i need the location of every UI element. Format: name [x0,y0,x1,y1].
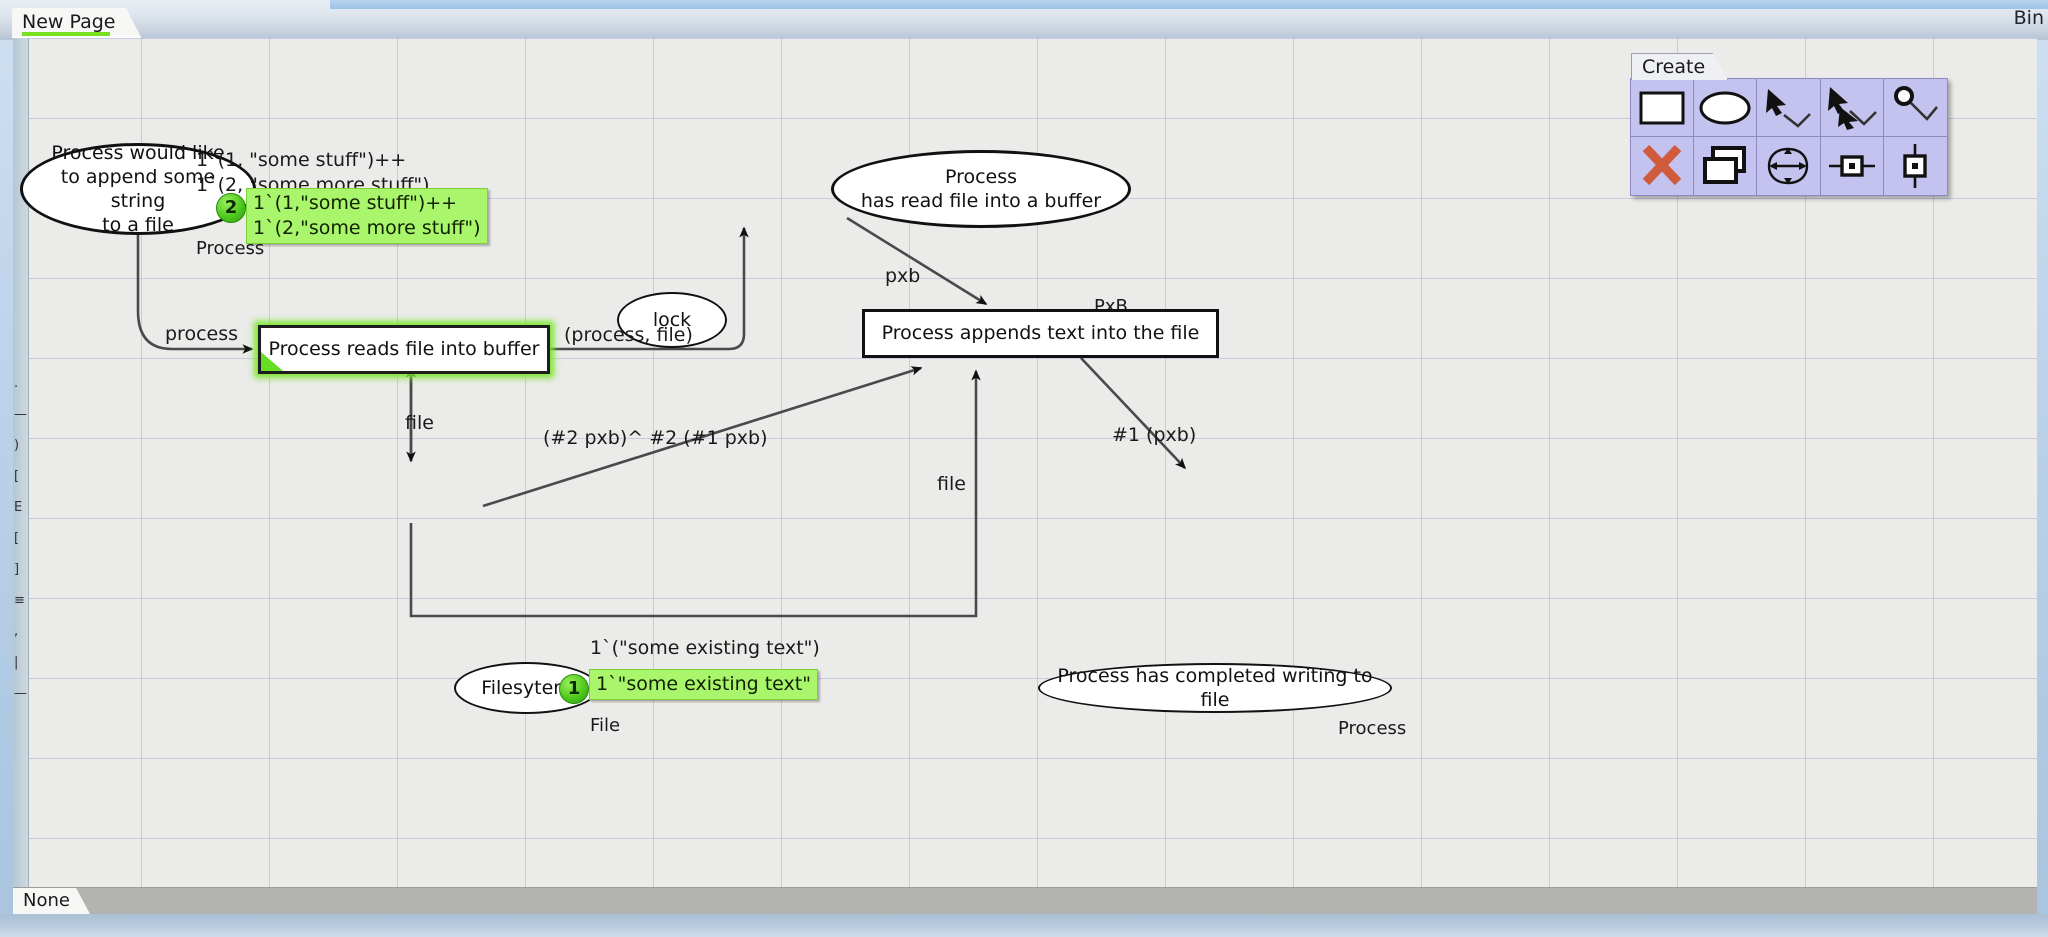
transition-label: Process appends text into the file [882,322,1200,345]
place-type-label-process-completed: Process [1338,719,1406,739]
palette-tool-rectangle[interactable] [1631,79,1694,137]
status-bar: None [13,887,2037,914]
create-tool-palette[interactable]: Create [1630,78,1948,196]
palette-tool-vertical-align[interactable] [1884,137,1947,195]
transition-process-appends-text-into-file[interactable]: Process appends text into the file [862,309,1219,358]
initial-marking-filesytem-place: 1`("some existing text") [590,636,820,661]
palette-tool-double-arc[interactable] [1821,79,1884,137]
palette-tab-create[interactable]: Create [1631,53,1728,80]
arrow-arc-icon [1764,85,1812,131]
page-tab-label: New Page [22,11,115,33]
cpn-tools-window: New Page Bin . — ) [ E [ ] ≡ , | — [0,0,2048,937]
place-label: Process has completed writing to file [1050,664,1380,712]
status-tab-label: None [23,890,70,911]
clone-icon [1702,145,1748,187]
transition-label: Process reads file into buffer [269,338,540,361]
place-type-label-file: File [590,716,620,736]
marking-text-process-place[interactable]: 1`(1,"some stuff")++ 1`(2,"some more stu… [246,188,488,244]
status-tab-none[interactable]: None [13,888,90,914]
arc-inscription-process-file[interactable]: (process, file) [564,323,693,348]
palette-title: Create [1642,56,1705,78]
page-tab-new-page[interactable]: New Page [12,8,141,38]
place-process-has-read-file-into-buffer[interactable]: Process has read file into a buffer [831,150,1131,228]
place-label: Process has read file into a buffer [861,165,1101,213]
horizontal-handle-icon [1828,151,1876,181]
double-arrow-arc-icon [1826,85,1878,131]
palette-tool-clone[interactable] [1694,137,1757,195]
title-strip-accent [330,0,2048,9]
arc-inscription-file-write[interactable]: file [937,472,966,497]
ellipse-icon [1699,91,1751,125]
bin-label[interactable]: Bin [2014,7,2044,29]
page-tab-active-underline [22,32,110,36]
marking-count-filesytem-place[interactable]: 1 [559,674,589,704]
place-process-has-completed-writing[interactable]: Process has completed writing to file [1038,663,1392,713]
window-title-strip [0,0,2048,40]
arc-inscription-concat[interactable]: (#2 pxb)^ #2 (#1 pxb) [543,426,767,451]
marking-text-filesytem-place[interactable]: 1`"some existing text" [589,669,818,700]
circle-arc-icon [1891,85,1939,131]
move-arrows-icon [1765,145,1811,187]
transition-process-reads-file-into-buffer[interactable]: Process reads file into buffer [258,325,550,374]
arc-inscription-file-read[interactable]: file [405,411,434,436]
palette-tool-move[interactable] [1757,137,1820,195]
palette-tool-delete[interactable] [1631,137,1694,195]
palette-tool-connector[interactable] [1884,79,1947,137]
vertical-handle-icon [1900,143,1930,189]
palette-tool-arc[interactable] [1757,79,1820,137]
palette-tool-ellipse[interactable] [1694,79,1757,137]
arc-inscription-hash1-pxb[interactable]: #1 (pxb) [1112,423,1196,448]
arc-inscription-pxb[interactable]: pxb [885,264,920,289]
arc-inscription-process[interactable]: process [165,322,238,347]
arc-file-loop-to-append [411,371,976,616]
arc-append-to-completed [1081,358,1185,468]
window-bottom-edge [0,914,2048,937]
rectangle-icon [1639,91,1685,125]
x-delete-icon [1641,145,1683,187]
marking-count-process-place[interactable]: 2 [216,193,246,223]
palette-tool-grid [1631,79,1947,195]
palette-tool-horizontal-align[interactable] [1821,137,1884,195]
arc-buffer-to-append [847,218,986,304]
